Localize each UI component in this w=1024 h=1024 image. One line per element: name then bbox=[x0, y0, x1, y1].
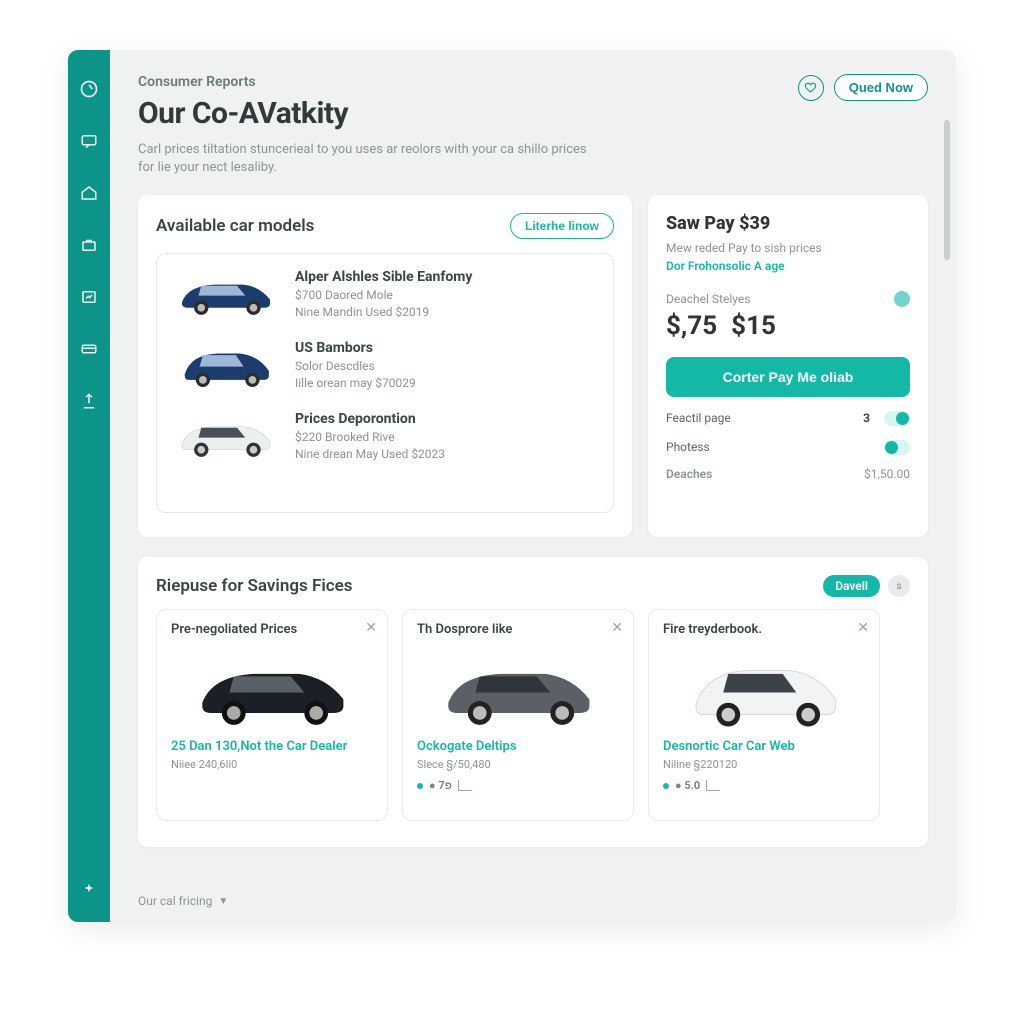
status-dot-icon bbox=[894, 291, 910, 307]
car-image-icon bbox=[417, 647, 619, 733]
sidebar bbox=[68, 50, 110, 922]
savings-badge[interactable]: Davell bbox=[823, 575, 880, 597]
toggle-1[interactable] bbox=[884, 411, 910, 426]
model-line1: $700 Daored Mole bbox=[295, 288, 472, 302]
close-icon[interactable]: ✕ bbox=[857, 620, 869, 636]
model-line1: $220 Brooked Rive bbox=[295, 430, 445, 444]
toggle1-value: 3 bbox=[863, 411, 870, 425]
pay-amount-1: $,75 bbox=[666, 311, 717, 341]
savings-chip[interactable]: s bbox=[888, 575, 910, 597]
car-thumb-icon bbox=[171, 266, 281, 321]
model-name: Prices Deporontion bbox=[295, 411, 445, 427]
tile-meta: Niiee 240,6Ii0 bbox=[171, 758, 373, 771]
quote-button[interactable]: Qued Now bbox=[834, 74, 928, 101]
savings-card: Riepuse for Savings Fices Davell s Pre-n… bbox=[138, 557, 928, 847]
chat-icon[interactable] bbox=[78, 130, 100, 152]
model-line1: Solor Descdles bbox=[295, 359, 416, 373]
main-content: Qued Now Consumer Reports Our Co-AVatkit… bbox=[110, 50, 956, 922]
chart-icon[interactable] bbox=[78, 286, 100, 308]
tile-rating: ● פ7 bbox=[417, 779, 619, 792]
pay-sub2: Dor Frohonsolic A age bbox=[666, 259, 910, 273]
close-icon[interactable]: ✕ bbox=[611, 620, 623, 636]
model-name: US Bambors bbox=[295, 340, 416, 356]
page-subtitle: Carl prices tiltation stuncerieal to you… bbox=[138, 141, 598, 177]
car-image-icon bbox=[171, 647, 373, 733]
briefcase-icon[interactable] bbox=[78, 234, 100, 256]
tile-link[interactable]: 25 Dan 130,Not the Car Dealer bbox=[171, 739, 373, 754]
chevron-down-icon: ▼ bbox=[218, 896, 228, 907]
model-line2: Nine drean May Used $2023 bbox=[295, 447, 445, 461]
list-item[interactable]: Prices Deporontion $220 Brooked Rive Nin… bbox=[171, 408, 599, 463]
scrollbar[interactable] bbox=[944, 120, 950, 260]
list-item[interactable]: Alper Alshles Sible Eanfomy $700 Daored … bbox=[171, 266, 599, 321]
tile-link[interactable]: Ockogate Deltips bbox=[417, 739, 619, 754]
savings-title: Riepuse for Savings Fices bbox=[156, 576, 353, 596]
home-icon[interactable] bbox=[78, 182, 100, 204]
toggle2-label: Photess bbox=[666, 440, 710, 454]
models-action-button[interactable]: Literhe linow bbox=[510, 213, 614, 239]
pay-label: Deachel Stelyes bbox=[666, 292, 750, 306]
model-list: Alper Alshles Sible Eanfomy $700 Daored … bbox=[156, 253, 614, 513]
tile-title: Pre-negoliated Prices bbox=[171, 622, 373, 637]
savings-tile[interactable]: Pre-negoliated Prices ✕ 25 Dan 130,Not t… bbox=[156, 609, 388, 821]
pay-card: Saw Pay $39 Mew reded Pay to sish prices… bbox=[648, 195, 928, 537]
dashboard-icon[interactable] bbox=[78, 78, 100, 100]
close-icon[interactable]: ✕ bbox=[365, 620, 377, 636]
favorite-button[interactable] bbox=[798, 75, 824, 101]
deaches-value: $1,50.00 bbox=[864, 467, 910, 481]
savings-tile[interactable]: Th Dosprore like ✕ Ockogate Deltips Slec… bbox=[402, 609, 634, 821]
pay-title: Saw Pay $39 bbox=[666, 213, 910, 234]
pay-cta-button[interactable]: Corter Pay Me oliab bbox=[666, 357, 910, 397]
model-name: Alper Alshles Sible Eanfomy bbox=[295, 269, 472, 285]
model-line2: Iille orean may $70029 bbox=[295, 376, 416, 390]
toggle1-label: Feactil page bbox=[666, 411, 731, 425]
app-frame: Qued Now Consumer Reports Our Co-AVatkit… bbox=[68, 50, 956, 922]
car-thumb-icon bbox=[171, 408, 281, 463]
page-title: Our Co-AVatkity bbox=[138, 96, 928, 131]
car-thumb-icon bbox=[171, 337, 281, 392]
tile-title: Fire treyderbook. bbox=[663, 622, 865, 637]
car-image-icon bbox=[663, 647, 865, 733]
savings-tile[interactable]: Fire treyderbook. ✕ Desnortic Car Car We… bbox=[648, 609, 880, 821]
models-card: Available car models Literhe linow Alper… bbox=[138, 195, 632, 537]
models-title: Available car models bbox=[156, 216, 314, 236]
card-icon[interactable] bbox=[78, 338, 100, 360]
deaches-label: Deaches bbox=[666, 467, 712, 481]
tile-link[interactable]: Desnortic Car Car Web bbox=[663, 739, 865, 754]
pay-sub1: Mew reded Pay to sish prices bbox=[666, 240, 910, 256]
upload-icon[interactable] bbox=[78, 390, 100, 412]
model-line2: Nine Mandin Used $2019 bbox=[295, 305, 472, 319]
pay-amount-2: $15 bbox=[731, 311, 776, 341]
sparkle-icon[interactable] bbox=[78, 880, 100, 902]
footer-dropdown[interactable]: Our cal fricing▼ bbox=[138, 894, 228, 908]
list-item[interactable]: US Bambors Solor Descdles Iille orean ma… bbox=[171, 337, 599, 392]
tile-rating: ● 5.0 bbox=[663, 779, 865, 792]
tile-meta: Slece §/50,480 bbox=[417, 758, 619, 771]
tile-meta: Niline §220120 bbox=[663, 758, 865, 771]
toggle-2[interactable] bbox=[884, 440, 910, 455]
tile-title: Th Dosprore like bbox=[417, 622, 619, 637]
